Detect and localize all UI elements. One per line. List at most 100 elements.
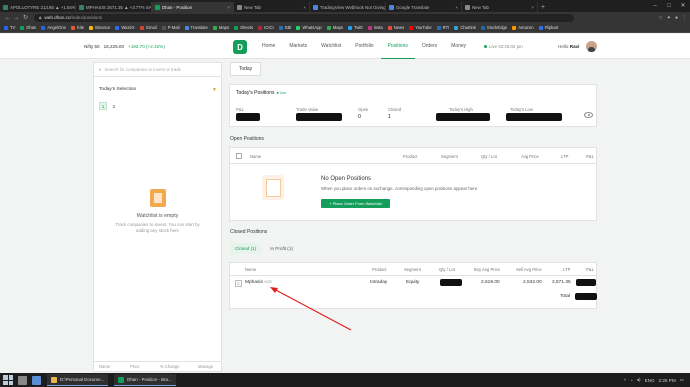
maximize-button[interactable]: □ bbox=[662, 0, 676, 12]
bookmark-label: StockEdge bbox=[486, 25, 508, 30]
url-input[interactable]: 🔒︎ web.dhan.co/index/positions bbox=[34, 13, 574, 22]
nav-markets[interactable]: Markets bbox=[282, 34, 314, 59]
nav-money[interactable]: Money bbox=[444, 34, 473, 59]
bookmark-tv[interactable]: TV bbox=[4, 25, 15, 30]
bookmark-wazirx[interactable]: WazirX bbox=[115, 25, 135, 30]
watchlist-selector[interactable]: Today's Selection ▼ bbox=[94, 85, 221, 94]
open-positions-title: Open Positions bbox=[230, 136, 264, 142]
avatar[interactable] bbox=[586, 41, 597, 52]
menu-icon[interactable]: ⋮ bbox=[682, 15, 687, 21]
nav-positions[interactable]: Positions bbox=[380, 34, 415, 59]
bookmark-news[interactable]: News bbox=[387, 25, 404, 30]
bookmark-favicon-icon bbox=[71, 25, 75, 30]
footer-change[interactable]: % Change bbox=[160, 364, 180, 369]
nav-watchlist[interactable]: Watchlist bbox=[314, 34, 348, 59]
bookmark-label: Twitt bbox=[354, 25, 363, 30]
search-icon[interactable] bbox=[18, 375, 27, 385]
star-icon[interactable]: ☆ bbox=[658, 15, 662, 21]
bookmark-label: Maps bbox=[218, 25, 230, 30]
bookmark-favicon-icon bbox=[4, 25, 8, 30]
bookmark-youtube[interactable]: YouTube bbox=[409, 25, 432, 30]
nav-orders[interactable]: Orders bbox=[415, 34, 444, 59]
bookmark-icici[interactable]: ICICI bbox=[258, 25, 274, 30]
tab-in-profit[interactable]: In Profit (1) bbox=[265, 243, 298, 254]
footer-manage[interactable]: Manage bbox=[198, 364, 213, 369]
browser-tab[interactable]: Google Translate × bbox=[386, 2, 462, 12]
bookmark-dhan[interactable]: Dhan bbox=[20, 25, 36, 30]
eye-icon[interactable] bbox=[584, 112, 593, 118]
forward-icon[interactable]: → bbox=[12, 15, 21, 21]
bookmark-label: TV bbox=[10, 25, 16, 30]
task-view-icon[interactable] bbox=[32, 375, 41, 385]
close-window-button[interactable]: ✕ bbox=[676, 0, 690, 12]
bookmark-sbi[interactable]: SBI bbox=[278, 25, 291, 30]
bookmark-favicon-icon bbox=[278, 25, 283, 30]
bookmark-maps[interactable]: Maps bbox=[326, 25, 343, 30]
nav-home[interactable]: Home bbox=[255, 34, 282, 59]
browser-tab[interactable]: APOLLOTYRE 213.80 ▲ +1.84% SAVE× bbox=[0, 2, 76, 12]
nav-portfolio[interactable]: Portfolio bbox=[348, 34, 380, 59]
volume-icon[interactable]: ◂) bbox=[637, 377, 641, 383]
bookmark-kite[interactable]: Kite bbox=[71, 25, 84, 30]
bookmark-whatsapp[interactable]: WhatsApp bbox=[296, 25, 322, 30]
place-order-button[interactable]: + Place Order From Watchlist bbox=[321, 199, 390, 208]
puzzle-icon[interactable]: ✦ bbox=[667, 15, 671, 21]
bookmark-amazon[interactable]: Amazon bbox=[512, 25, 534, 30]
dhan-logo[interactable]: D bbox=[233, 40, 247, 54]
bookmark-favicon-icon bbox=[89, 25, 94, 30]
reload-icon[interactable]: ↻ bbox=[21, 14, 30, 21]
minimize-button[interactable]: – bbox=[648, 0, 662, 12]
close-tab-icon[interactable]: × bbox=[529, 5, 534, 10]
stock-name-cell[interactable]: Mphasis NSE bbox=[245, 280, 272, 285]
bookmark-maps[interactable]: Maps bbox=[212, 25, 230, 30]
close-tab-icon[interactable]: × bbox=[225, 5, 230, 10]
bookmark-p-mail[interactable]: P-Mail bbox=[161, 25, 180, 30]
clock[interactable]: 2:25 PM bbox=[659, 378, 676, 383]
search-input[interactable]: ⌕ Search for companies to invest or trad… bbox=[94, 63, 221, 77]
bookmark-label: WazirX bbox=[121, 25, 135, 30]
bookmark-flipkart[interactable]: Flipkart bbox=[538, 25, 558, 30]
windows-start-icon[interactable] bbox=[3, 375, 13, 385]
watchlist-page-2[interactable]: 2 bbox=[110, 102, 118, 110]
today-button[interactable]: Today bbox=[230, 62, 261, 76]
taskbar-app[interactable]: D:\Personal Docume... bbox=[47, 374, 109, 386]
back-icon[interactable]: ← bbox=[3, 15, 12, 21]
wifi-icon[interactable]: ◔ bbox=[630, 378, 633, 383]
footer-price[interactable]: Price bbox=[130, 364, 140, 369]
browser-tab[interactable]: Dhan - Position × bbox=[152, 2, 234, 12]
user-greeting[interactable]: Hello Ravi bbox=[558, 44, 579, 49]
bookmark-insta[interactable]: Insta bbox=[367, 25, 383, 30]
bookmark-gmail[interactable]: Gmail bbox=[139, 25, 157, 30]
browser-tab[interactable]: TradingView Webhook Not Giving Ti× bbox=[310, 2, 386, 12]
taskbar-app[interactable]: Dhan - Position - Bra... bbox=[114, 374, 176, 386]
bookmark-sheets[interactable]: Sheets bbox=[234, 25, 253, 30]
bookmark-twitt[interactable]: Twitt bbox=[348, 25, 363, 30]
tab-closed[interactable]: Closed (1) bbox=[230, 243, 262, 254]
chevron-up-icon[interactable]: ^ bbox=[624, 378, 626, 383]
close-tab-icon[interactable]: × bbox=[453, 5, 458, 10]
browser-tab[interactable]: New Tab × bbox=[234, 2, 310, 12]
new-tab-button[interactable]: + bbox=[538, 2, 548, 12]
bookmark-label: YouTube bbox=[415, 25, 432, 30]
divider bbox=[230, 275, 596, 276]
footer-name[interactable]: Name bbox=[99, 364, 110, 369]
language[interactable]: ENG bbox=[645, 378, 655, 383]
bookmark-chartink[interactable]: Chartink bbox=[454, 25, 476, 30]
bookmark-stockedge[interactable]: StockEdge bbox=[480, 25, 508, 30]
extensions-area: ☆ ✦ ● ⋮ bbox=[658, 15, 687, 21]
bookmark-angelone[interactable]: AngelOne bbox=[41, 25, 66, 30]
browser-tab[interactable]: MPHASIS 2571.35 ▲ +3.77% SAVE× bbox=[76, 2, 152, 12]
browser-tab[interactable]: New Tab × bbox=[462, 2, 538, 12]
close-tab-icon[interactable]: × bbox=[301, 5, 306, 10]
index-ticker[interactable]: Nifty 50 16,225.00 +182.70 (+2.42%) bbox=[84, 44, 165, 49]
profile-icon[interactable]: ● bbox=[675, 15, 678, 21]
watchlist-page-1[interactable]: 1 bbox=[99, 102, 107, 110]
product-cell: Intraday bbox=[370, 280, 388, 285]
app-header: Nifty 50 16,225.00 +182.70 (+2.42%) D Home… bbox=[0, 34, 690, 59]
bookmark-rti[interactable]: RTI bbox=[436, 25, 449, 30]
stock-name: Mphasis bbox=[245, 280, 263, 285]
bookmark-translate[interactable]: Translate bbox=[184, 25, 208, 30]
select-all-checkbox[interactable] bbox=[236, 153, 242, 159]
bookmark-binance[interactable]: Binance bbox=[89, 25, 110, 30]
notification-icon[interactable]: ▭ bbox=[680, 377, 684, 383]
